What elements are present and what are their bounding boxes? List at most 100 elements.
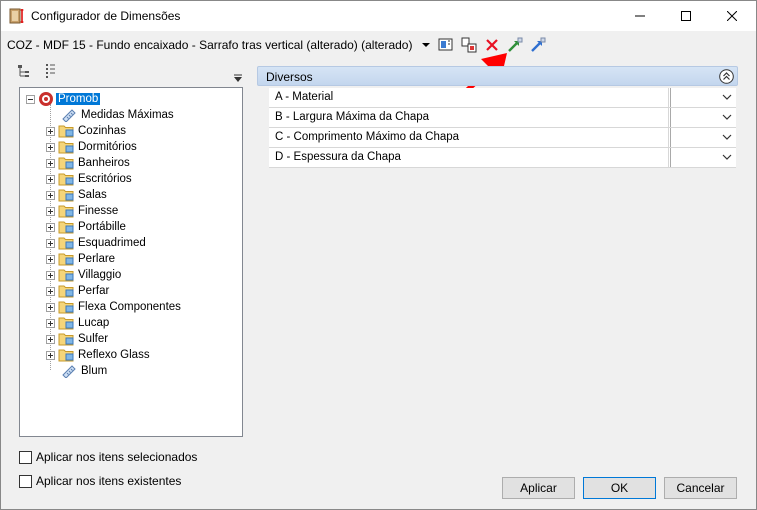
tree-item-label: Sulfer [78, 333, 109, 345]
expand-toggle[interactable] [46, 190, 55, 200]
title-bar: Configurador de Dimensões [1, 1, 756, 31]
chevron-down-icon[interactable] [722, 114, 732, 121]
dimension-configurator-window: Configurador de Dimensões COZ - MDF 15 -… [0, 0, 757, 510]
folder-icon [58, 237, 74, 250]
tree-item-label: Villaggio [78, 269, 122, 281]
ok-button[interactable]: OK [583, 477, 656, 499]
property-row[interactable]: C - Comprimento Máximo da Chapa [269, 128, 736, 148]
tree-item[interactable]: Perlare [46, 251, 115, 267]
tree-item[interactable]: Escritórios [46, 171, 132, 187]
property-row[interactable]: D - Espessura da Chapa [269, 148, 736, 168]
folder-icon [58, 125, 74, 138]
expand-toggle[interactable] [46, 174, 55, 184]
property-name: D - Espessura da Chapa [269, 148, 669, 167]
expand-toggle[interactable] [46, 318, 55, 328]
tree-item[interactable]: Perfar [46, 283, 109, 299]
tree-item[interactable]: Villaggio [46, 267, 121, 283]
tree-options-icon[interactable] [233, 73, 243, 83]
folder-icon [58, 141, 74, 154]
tree-root[interactable]: Promob [26, 91, 101, 107]
property-name: B - Largura Máxima da Chapa [269, 108, 669, 127]
folder-icon [58, 173, 74, 186]
tree-item[interactable]: Finesse [46, 203, 118, 219]
tree-item-label: Flexa Componentes [78, 301, 181, 313]
tree-view-icon[interactable] [17, 63, 31, 79]
tree-item[interactable]: Banheiros [46, 155, 130, 171]
property-row[interactable]: B - Largura Máxima da Chapa [269, 108, 736, 128]
tree-item-label: Medidas Máximas [81, 109, 174, 121]
list-view-icon[interactable] [43, 63, 57, 79]
tree-item[interactable]: Reflexo Glass [46, 347, 150, 363]
chevron-down-icon[interactable] [722, 154, 732, 161]
apply-existing-option[interactable]: Aplicar nos itens existentes [19, 474, 181, 488]
tree-item-label: Blum [81, 365, 108, 377]
expand-toggle[interactable] [46, 286, 55, 296]
folder-icon [58, 333, 74, 346]
apply-existing-checkbox[interactable] [19, 474, 32, 488]
maximize-icon [681, 11, 691, 21]
collapse-toggle[interactable] [26, 94, 35, 104]
tree-item-label: Esquadrimed [78, 237, 146, 249]
export-icon[interactable] [529, 36, 547, 54]
folder-icon [58, 285, 74, 298]
maximize-button[interactable] [663, 1, 709, 31]
expand-toggle[interactable] [46, 254, 55, 264]
apply-button[interactable]: Aplicar [502, 477, 575, 499]
expand-toggle[interactable] [46, 158, 55, 168]
folder-icon [58, 189, 74, 202]
tree-item[interactable]: Sulfer [46, 331, 108, 347]
app-icon [9, 8, 24, 24]
tree-item-label: Dormitórios [78, 141, 137, 153]
tree-item[interactable]: Portábille [46, 219, 126, 235]
tree-item[interactable]: Flexa Componentes [46, 299, 181, 315]
apply-selected-label: Aplicar nos itens selecionados [36, 450, 198, 464]
tree-item-label: Reflexo Glass [78, 349, 150, 361]
expand-toggle[interactable] [46, 302, 55, 312]
group-header[interactable]: Diversos [257, 66, 738, 86]
expand-toggle[interactable] [46, 334, 55, 344]
dropdown-arrow-icon[interactable] [422, 41, 430, 49]
configuration-name: COZ - MDF 15 - Fundo encaixado - Sarrafo… [7, 38, 413, 52]
close-button[interactable] [709, 1, 755, 31]
property-row[interactable]: A - Material [269, 88, 736, 108]
tree-item[interactable]: Blum [58, 363, 107, 379]
expand-toggle[interactable] [46, 238, 55, 248]
folder-icon [58, 269, 74, 282]
tree-item-label: Cozinhas [78, 125, 126, 137]
property-value-dropdown[interactable] [670, 108, 736, 127]
expand-toggle[interactable] [46, 350, 55, 360]
tree-item[interactable]: Medidas Máximas [58, 107, 174, 123]
cancel-button[interactable]: Cancelar [664, 477, 737, 499]
tree-item[interactable]: Dormitórios [46, 139, 137, 155]
apply-selected-option[interactable]: Aplicar nos itens selecionados [19, 450, 197, 464]
category-tree[interactable]: Promob Medidas Máximas Cozinhas Dormitório… [19, 87, 243, 437]
apply-existing-label: Aplicar nos itens existentes [36, 474, 182, 488]
property-value-dropdown[interactable] [670, 148, 736, 167]
properties-panel: Diversos A - Material B - Largura Máxima … [257, 66, 738, 169]
close-icon [727, 11, 737, 21]
configuration-selector[interactable]: COZ - MDF 15 - Fundo encaixado - Sarrafo… [1, 33, 757, 57]
tree-item-label: Portábille [78, 221, 126, 233]
expand-toggle[interactable] [46, 270, 55, 280]
expand-toggle[interactable] [46, 222, 55, 232]
tree-item[interactable]: Salas [46, 187, 107, 203]
expand-toggle[interactable] [46, 206, 55, 216]
expand-toggle[interactable] [46, 126, 55, 136]
apply-selected-checkbox[interactable] [19, 450, 32, 464]
expand-toggle[interactable] [46, 142, 55, 152]
chevron-down-icon[interactable] [722, 94, 732, 101]
folder-icon [58, 221, 74, 234]
chevron-down-icon[interactable] [722, 134, 732, 141]
tree-item-label: Perfar [78, 285, 110, 297]
folder-icon [58, 349, 74, 362]
property-value-dropdown[interactable] [670, 128, 736, 147]
tree-item[interactable]: Esquadrimed [46, 235, 146, 251]
folder-icon [58, 301, 74, 314]
tree-item[interactable]: Lucap [46, 315, 109, 331]
tree-item[interactable]: Cozinhas [46, 123, 126, 139]
tree-item-label: Salas [78, 189, 107, 201]
property-value-dropdown[interactable] [670, 88, 736, 107]
minimize-button[interactable] [617, 1, 663, 31]
property-name: C - Comprimento Máximo da Chapa [269, 128, 669, 147]
collapse-up-icon[interactable] [719, 69, 734, 84]
